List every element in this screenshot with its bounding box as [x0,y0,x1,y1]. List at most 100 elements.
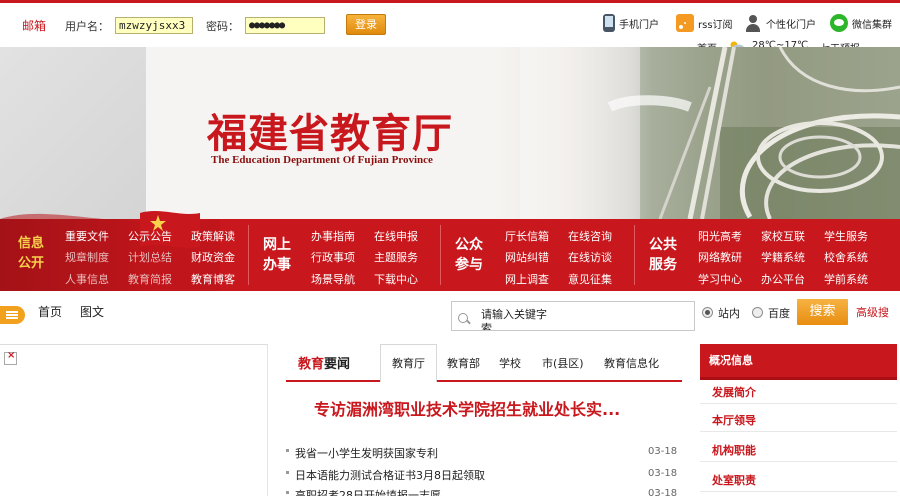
radio-baidu-label: 百度 [768,307,790,320]
nav-item[interactable]: 在线申报 [374,230,418,243]
page: 邮箱 用户名： mzwzyjsxx3 密码： ●●●●●●● 登录 手机门户 r… [0,0,900,496]
menu-icon[interactable] [0,306,25,324]
highway-interchange-photo [520,47,900,219]
radio-site-label: 站内 [718,307,740,320]
nav-item[interactable]: 公示公告 [128,230,172,243]
nav-info-public-title[interactable]: 信息公开 [14,234,48,274]
header-banner: 福建省教育厅 The Education Department Of Fujia… [0,47,900,219]
nav-item[interactable]: 家校互联 [761,230,805,243]
rss-link[interactable]: rss订阅 [676,12,733,34]
nav-public-participation-title[interactable]: 公众参与 [450,235,488,275]
nav-item[interactable]: 人事信息 [65,273,109,286]
rss-icon [676,14,694,32]
tab-education-dept[interactable]: 教育厅 [392,355,425,371]
radio-baidu[interactable] [752,307,763,318]
personal-portal-label: 个性化门户 [766,19,816,31]
radio-site[interactable] [702,307,713,318]
search-placeholder: 请输入关键字索 [481,308,547,330]
search-icon [458,313,468,323]
site-title: 福建省教育厅 [207,110,453,157]
news-item[interactable]: 高职招考28日开始填报一志愿 03-18 [286,485,682,496]
crumb-graphic[interactable]: 图文 [80,303,104,320]
nav-item[interactable]: 在线访谈 [568,251,612,264]
nav-item[interactable]: 校舍系统 [824,251,868,264]
nav-online-services-title[interactable]: 网上办事 [258,235,296,275]
nav-item[interactable]: 场景导航 [311,273,355,286]
mobile-portal-label: 手机门户 [619,19,659,31]
nav-item[interactable]: 办公平台 [761,273,805,286]
sidebar-heading: 概况信息 [700,344,897,380]
nav-item[interactable]: 教育简报 [128,273,172,286]
news-panel: 教育要闻 教育厅 教育部 学校 市(县区) 教育信息化 专访湄洲湾职业技术学院招… [286,344,682,496]
nav-item[interactable]: 学习中心 [698,273,742,286]
nav-item[interactable]: 办事指南 [311,230,355,243]
news-tabs: 教育要闻 教育厅 教育部 学校 市(县区) 教育信息化 [286,344,682,382]
rss-label: rss订阅 [698,19,733,31]
sidebar-item-development[interactable]: 发展简介 [700,382,897,404]
news-item-title: 我省一小学生发明获国家专利 [295,447,438,460]
news-item-date: 03-18 [648,446,678,457]
overview-sidebar: 概况信息 发展简介 本厅领导 机构职能 处室职责 [700,344,897,496]
advanced-search-link[interactable]: 高级搜 [856,304,889,320]
site-subtitle: The Education Department Of Fujian Provi… [211,154,433,166]
nav-item[interactable]: 意见征集 [568,273,612,286]
sidebar-item-functions[interactable]: 机构职能 [700,440,897,462]
login-button[interactable]: 登录 [346,14,386,35]
password-label: 密码： [206,20,239,33]
nav-item[interactable]: 学前系统 [824,273,868,286]
tab-city-county[interactable]: 市(县区) [542,355,584,371]
sidebar-item-duties[interactable]: 处室职责 [700,470,897,492]
nav-item[interactable]: 政策解读 [191,230,235,243]
nav-public-services-title[interactable]: 公共服务 [644,235,682,275]
headline-link[interactable]: 专访湄洲湾职业技术学院招生就业处长实... [314,396,620,420]
mail-link[interactable]: 邮箱 [22,17,46,34]
news-section-title: 教育要闻 [298,357,351,372]
crumb-home[interactable]: 首页 [38,303,62,320]
nav-item[interactable]: 下载中心 [374,273,418,286]
news-item[interactable]: 日本语能力测试合格证书3月8日起领取 03-18 [286,465,682,483]
tab-edu-informatization[interactable]: 教育信息化 [604,355,659,371]
tab-schools[interactable]: 学校 [499,355,521,371]
news-item-title: 高职招考28日开始填报一志愿 [295,489,441,496]
search-input[interactable]: 请输入关键字索 [451,301,695,331]
search-button[interactable]: 搜索 [797,299,848,325]
bullet-icon [286,491,289,494]
bullet-icon [286,471,289,474]
personal-portal-link[interactable]: 个性化门户 [744,12,816,34]
nav-item[interactable]: 网站纠错 [505,251,549,264]
user-icon [744,14,762,32]
nav-separator [634,225,635,285]
nav-item[interactable]: 规章制度 [65,251,109,264]
main-nav: 信息公开 重要文件 公示公告 政策解读 规章制度 计划总结 财政资金 人事信息 … [0,211,900,291]
news-item[interactable]: 我省一小学生发明获国家专利 03-18 [286,443,682,461]
username-label: 用户名： [65,20,109,33]
wechat-label: 微信集群 [852,19,892,31]
nav-item[interactable]: 主题服务 [374,251,418,264]
nav-item[interactable]: 学生服务 [824,230,868,243]
nav-item[interactable]: 阳光高考 [698,230,742,243]
mobile-portal-link[interactable]: 手机门户 [603,12,659,34]
wechat-link[interactable]: 微信集群 [830,12,892,34]
nav-item[interactable]: 厅长信箱 [505,230,549,243]
news-item-date: 03-18 [648,488,678,496]
nav-separator [248,225,249,285]
banner-left-block [0,47,152,219]
password-input[interactable]: ●●●●●●● [245,17,325,34]
nav-item[interactable]: 网上调查 [505,273,549,286]
news-item-date: 03-18 [648,468,678,479]
broken-image-icon [4,350,17,365]
nav-item[interactable]: 行政事项 [311,251,355,264]
nav-item[interactable]: 在线咨询 [568,230,612,243]
nav-item[interactable]: 网络教研 [698,251,742,264]
nav-item[interactable]: 财政资金 [191,251,235,264]
nav-item[interactable]: 计划总结 [128,251,172,264]
left-image-panel [0,344,268,496]
tab-ministry[interactable]: 教育部 [447,355,480,371]
sidebar-item-leaders[interactable]: 本厅领导 [700,410,897,432]
nav-item[interactable]: 教育博客 [191,273,235,286]
nav-item[interactable]: 学籍系统 [761,251,805,264]
nav-item[interactable]: 重要文件 [65,230,109,243]
bullet-icon [286,449,289,452]
username-input[interactable]: mzwzyjsxx3 [115,17,193,34]
mobile-phone-icon [603,14,615,32]
